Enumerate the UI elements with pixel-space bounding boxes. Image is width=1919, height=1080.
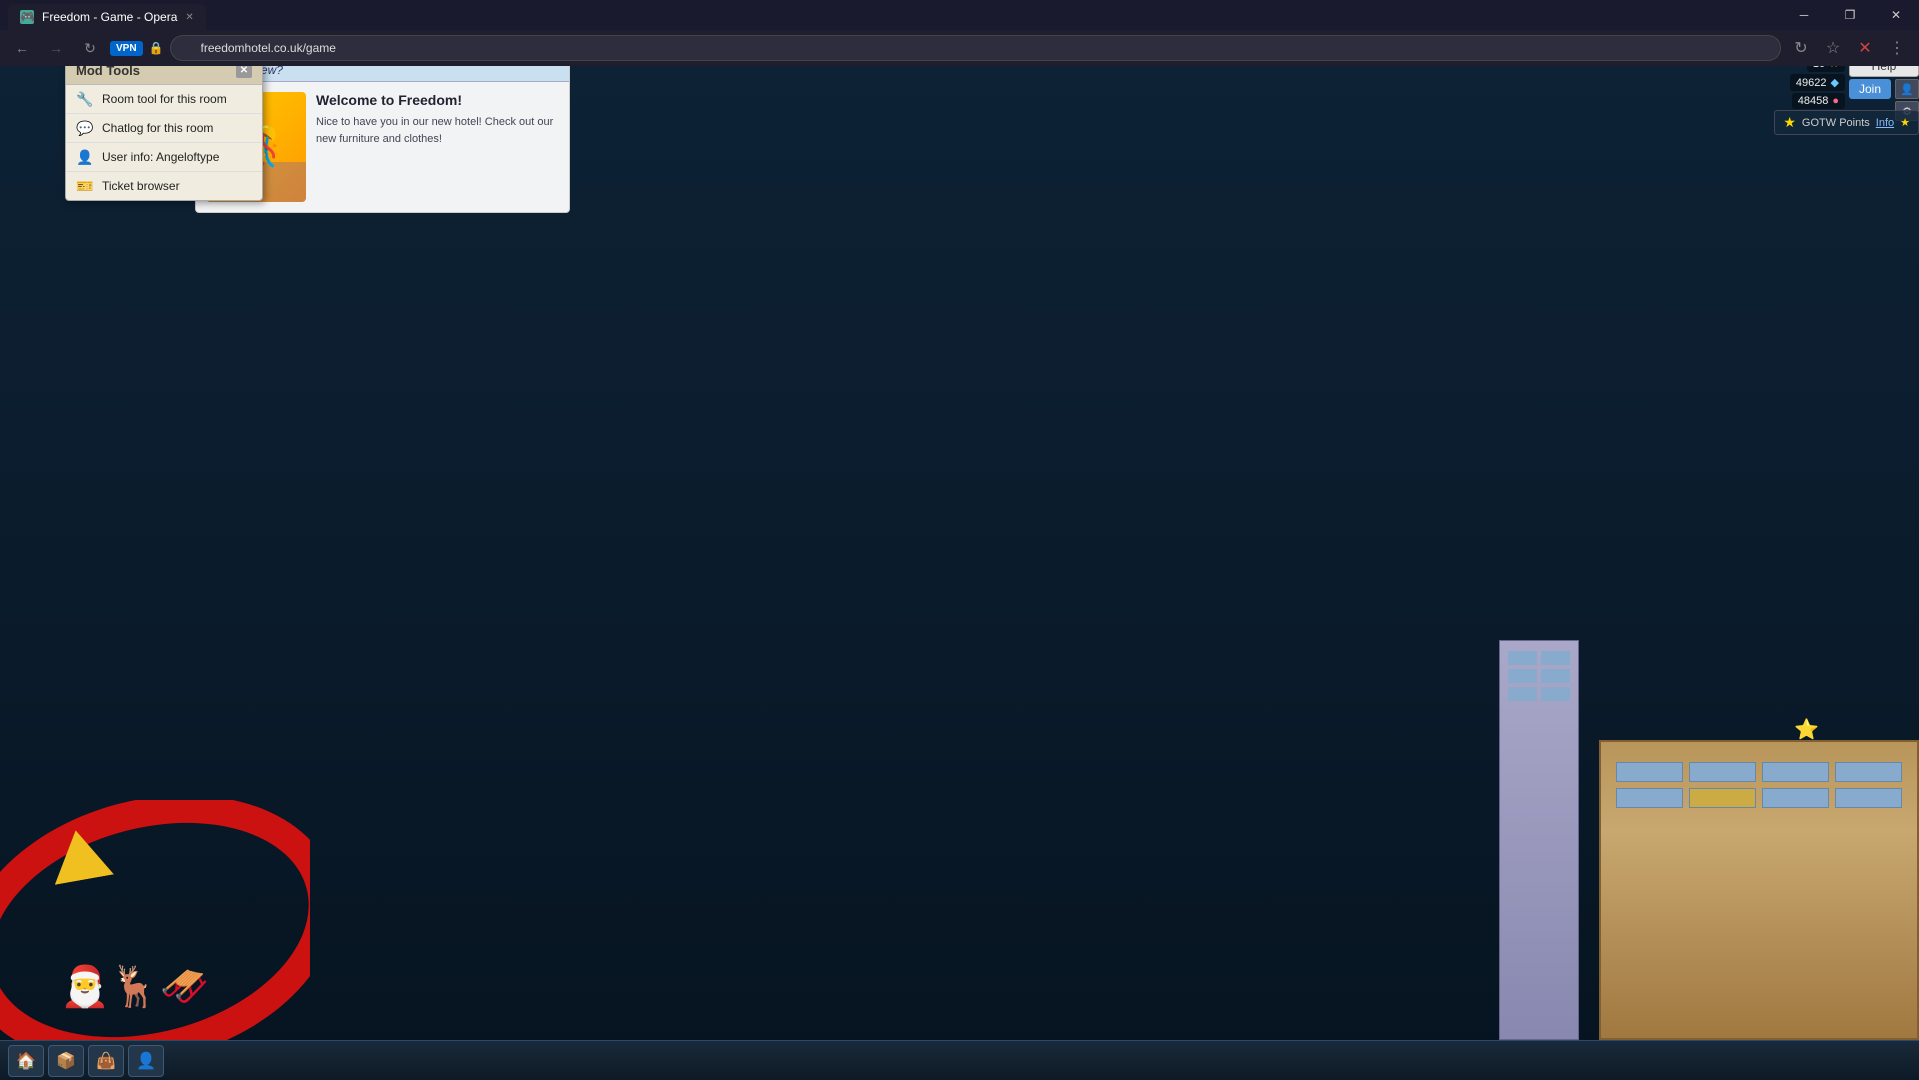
mod-menu-room-tool[interactable]: 🔧 Room tool for this room	[66, 85, 262, 114]
points-icon: ●	[1832, 95, 1839, 107]
points-row: 48458 ●	[1792, 93, 1845, 109]
vpn-badge[interactable]: VPN	[110, 41, 143, 56]
toolbar-right: ↻ ☆ ✕ ⋮	[1787, 34, 1911, 62]
taskbar: 🏠 📦 👜 👤	[0, 1040, 1919, 1080]
chatlog-label: Chatlog for this room	[102, 121, 213, 135]
ticket-browser-label: Ticket browser	[102, 179, 180, 193]
taskbar-profile-btn[interactable]: 👤	[128, 1045, 164, 1077]
santa-character: 🎅🦌🛷	[60, 963, 209, 1010]
mod-tools-dropdown: Mod Tools ✕ 🔧 Room tool for this room 💬 …	[65, 55, 263, 201]
bookmark-button[interactable]: ☆	[1819, 34, 1847, 62]
tab-close-btn[interactable]: ✕	[185, 12, 193, 23]
room-tool-label: Room tool for this room	[102, 92, 227, 106]
mod-menu-ticket-browser[interactable]: 🎫 Ticket browser	[66, 172, 262, 200]
menu-button[interactable]: ⋮	[1883, 34, 1911, 62]
gotw-bar: ★ GOTW Points Info ★	[1774, 110, 1919, 135]
diamond-row: 49622 ◆	[1790, 74, 1845, 91]
taskbar-inventory-btn[interactable]: 📦	[48, 1045, 84, 1077]
whats-new-text: Welcome to Freedom! Nice to have you in …	[316, 92, 559, 202]
taskbar-bag-btn[interactable]: 👜	[88, 1045, 124, 1077]
user-info-label: User info: Angeloftype	[102, 150, 219, 164]
reload-toolbar-button[interactable]: ↻	[1787, 34, 1815, 62]
address-input[interactable]	[170, 35, 1781, 61]
close-window-button[interactable]: ✕	[1873, 0, 1919, 30]
tab-title: Freedom - Game - Opera	[42, 10, 177, 24]
minimize-button[interactable]: ─	[1781, 0, 1827, 30]
back-button[interactable]: ←	[8, 34, 36, 62]
diamond-amount: 49622	[1796, 77, 1827, 89]
tab-favicon: 🎮	[20, 10, 34, 24]
chatlog-icon: 💬	[76, 119, 94, 137]
taskbar-home-btn[interactable]: 🏠	[8, 1045, 44, 1077]
room-tool-icon: 🔧	[76, 90, 94, 108]
reload-button[interactable]: ↻	[76, 34, 104, 62]
active-tab[interactable]: 🎮 Freedom - Game - Opera ✕	[8, 4, 206, 30]
gotw-star-icon: ★	[1783, 114, 1796, 131]
window-controls: ─ ❐ ✕	[1781, 0, 1919, 30]
mod-menu-user-info[interactable]: 👤 User info: Angeloftype	[66, 143, 262, 172]
user-info-icon: 👤	[76, 148, 94, 166]
join-button[interactable]: Join	[1849, 79, 1891, 99]
info-label[interactable]: Info	[1876, 117, 1894, 129]
building-scene: ⭐	[1499, 640, 1919, 1040]
gotw-label: GOTW Points	[1802, 117, 1870, 129]
security-icon: 🔒	[149, 41, 164, 55]
points-amount: 48458	[1798, 95, 1829, 107]
profile-icon-button[interactable]: 👤	[1895, 79, 1919, 99]
whats-new-title: Welcome to Freedom!	[316, 92, 559, 108]
diamond-icon: ◆	[1831, 76, 1839, 89]
mod-menu-chatlog[interactable]: 💬 Chatlog for this room	[66, 114, 262, 143]
restore-button[interactable]: ❐	[1827, 0, 1873, 30]
gotw-star-right: ★	[1900, 116, 1910, 129]
whats-new-body: Nice to have you in our new hotel! Check…	[316, 114, 559, 147]
ticket-browser-icon: 🎫	[76, 177, 94, 195]
christmas-scene: 🎅🦌🛷	[0, 800, 310, 1040]
game-area: Mod Tools ✕ 🔧 Room tool for this room 💬 …	[0, 50, 1919, 1080]
close-toolbar-button[interactable]: ✕	[1851, 34, 1879, 62]
forward-button[interactable]: →	[42, 34, 70, 62]
